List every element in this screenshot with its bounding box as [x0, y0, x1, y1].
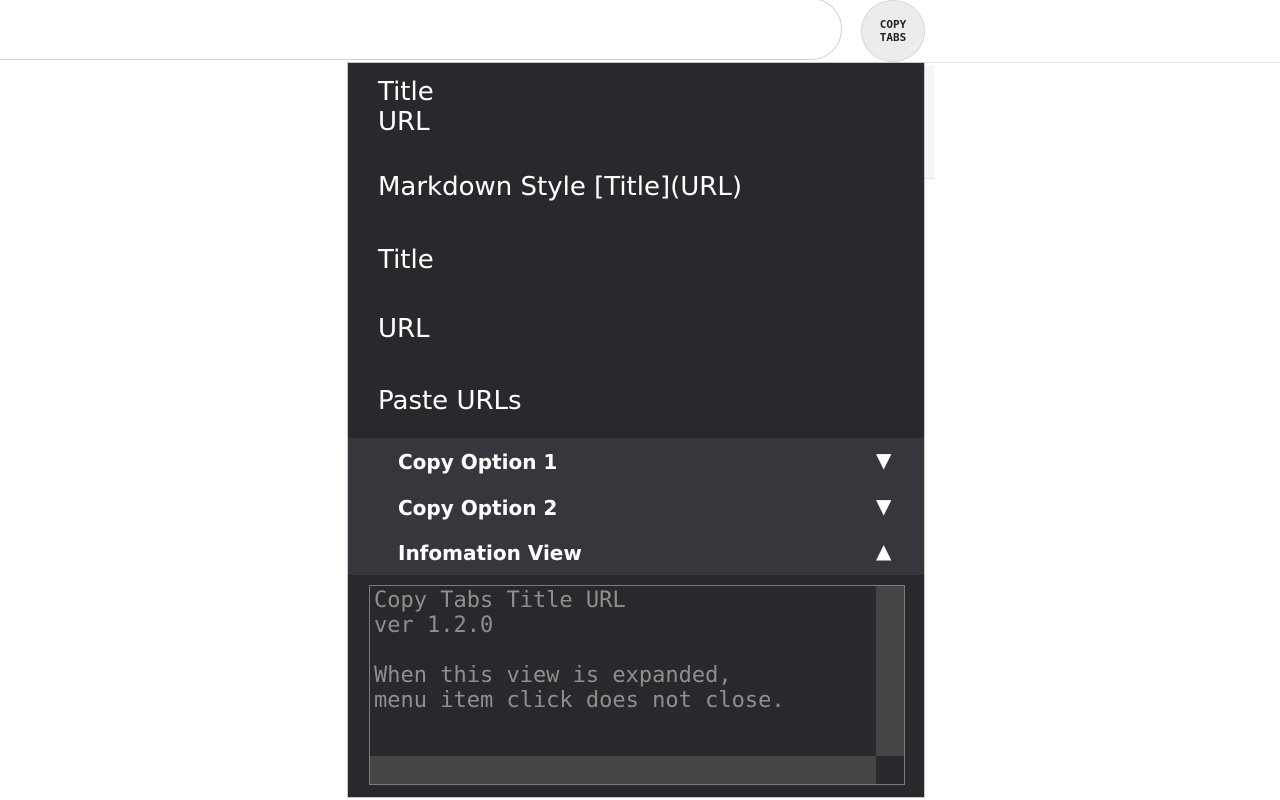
copy-option-1-label: Copy Option 1	[398, 450, 558, 474]
information-text: Copy Tabs Title URL ver 1.2.0 When this …	[374, 588, 785, 713]
menu-item-url[interactable]: URL	[378, 314, 430, 344]
copy-option-2-toggle[interactable]: Copy Option 2 ▼	[348, 486, 924, 530]
menu-item-title-url[interactable]: Title URL	[378, 77, 434, 137]
copy-tabs-icon: COPY TABS	[879, 18, 907, 44]
page-edge	[924, 66, 934, 179]
chevron-down-icon: ▼	[876, 448, 892, 472]
information-view-label: Infomation View	[398, 541, 582, 565]
information-view-textarea[interactable]: Copy Tabs Title URL ver 1.2.0 When this …	[369, 585, 905, 785]
toolbar-divider	[925, 62, 1280, 63]
options-section: Copy Option 1 ▼ Copy Option 2 ▼ Infomati…	[348, 438, 924, 575]
copy-option-2-label: Copy Option 2	[398, 496, 558, 520]
menu-item-title[interactable]: Title	[378, 245, 434, 275]
information-view-toggle[interactable]: Infomation View ▲	[348, 531, 924, 575]
chevron-down-icon: ▼	[876, 494, 892, 518]
menu-item-markdown-style[interactable]: Markdown Style [Title](URL)	[378, 172, 742, 202]
scrollbar-corner	[876, 756, 904, 784]
copy-option-1-toggle[interactable]: Copy Option 1 ▼	[348, 440, 924, 484]
menu-item-paste-urls[interactable]: Paste URLs	[378, 386, 522, 416]
chevron-up-icon: ▲	[876, 539, 892, 563]
horizontal-scrollbar[interactable]	[370, 756, 876, 784]
address-bar[interactable]	[0, 0, 842, 60]
extension-popup: Title URL Markdown Style [Title](URL) Ti…	[347, 62, 925, 798]
vertical-scrollbar[interactable]	[876, 586, 904, 756]
copy-tabs-extension-button[interactable]: COPY TABS	[861, 0, 925, 62]
